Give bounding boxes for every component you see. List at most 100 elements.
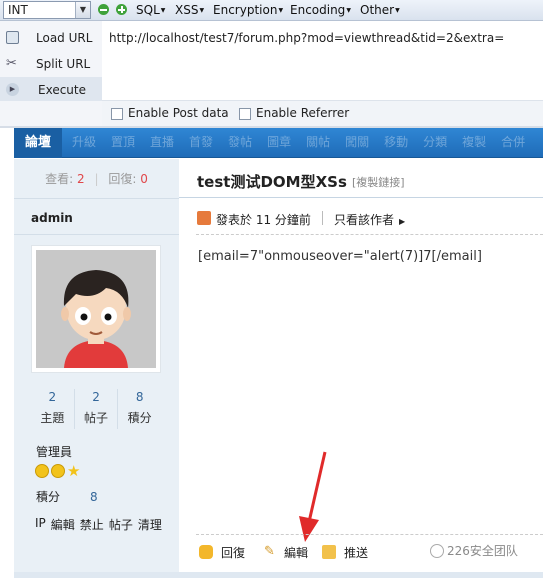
replies-label: 回復:	[108, 172, 137, 186]
nav-home[interactable]: 論壇	[14, 128, 62, 158]
credits-count[interactable]: 8 積分	[118, 389, 161, 429]
chevron-down-icon[interactable]: ▼	[75, 2, 90, 18]
post-time: 發表於 11 分鐘前	[216, 213, 311, 227]
nav-item[interactable]: 升級	[72, 128, 96, 158]
avatar[interactable]	[31, 245, 161, 373]
admin-link-edit[interactable]: 編輯	[51, 516, 75, 533]
nav-item[interactable]: 分類	[423, 128, 447, 158]
views-count: 2	[77, 172, 85, 186]
menu-other[interactable]: Other▼	[360, 3, 400, 17]
footer-divider	[196, 534, 543, 535]
user-divider	[14, 234, 179, 235]
pencil-icon: ✎	[264, 544, 275, 559]
menu-other-label: Other	[360, 3, 395, 17]
menu-sql-label: SQL	[136, 3, 160, 17]
caret-icon: ▼	[346, 7, 351, 14]
reply-button[interactable]: 回復	[221, 544, 245, 561]
admin-links: IP 編輯 禁止 帖子 清理	[35, 516, 162, 533]
posts-count[interactable]: 2 帖子	[75, 389, 119, 429]
count-label: 主題	[40, 411, 65, 425]
hackbar-actions: Load URL ✂ Split URL ▶ Execute	[0, 21, 102, 126]
meta-divider	[196, 234, 543, 235]
menu-sql[interactable]: SQL▼	[136, 3, 165, 17]
int-select[interactable]: INT ▼	[3, 1, 91, 19]
smiley-icon	[51, 464, 65, 478]
nav-item[interactable]: 直播	[150, 128, 174, 158]
copy-link[interactable]: [複製鏈接]	[352, 174, 405, 190]
hackbar-toolbar: INT ▼ SQL▼ XSS▼ Encryption▼ Encoding▼ Ot…	[0, 0, 543, 21]
user-counts: 2 主題 2 帖子 8 積分	[31, 389, 161, 429]
nav-item[interactable]: 合併	[501, 128, 525, 158]
bottom-bar	[14, 572, 543, 578]
user-profile-column: 查看: 2 | 回復: 0 admin 2 主題 2 帖子 8 積分 管理員 ★…	[14, 159, 179, 578]
push-icon	[322, 545, 336, 559]
caret-icon: ▼	[160, 7, 166, 14]
nav-item[interactable]: 首發	[189, 128, 213, 158]
replies-count: 0	[140, 172, 148, 186]
referrer-label: Enable Referrer	[256, 106, 350, 120]
user-points: 積分 8	[36, 488, 98, 505]
nav-item[interactable]: 關帖	[306, 128, 330, 158]
avatar-image	[36, 250, 156, 368]
post-title: test测试DOM型XSs	[197, 173, 347, 191]
smiley-icon	[35, 464, 49, 478]
only-author-label: 只看該作者	[334, 213, 395, 227]
watermark: 226安全团队	[430, 542, 518, 559]
load-url-button[interactable]: Load URL	[0, 25, 102, 50]
hackbar-options: Enable Post data Enable Referrer	[102, 100, 543, 126]
nav-item[interactable]: 闖關	[345, 128, 369, 158]
nav-item[interactable]: 置頂	[111, 128, 135, 158]
admin-link-clean[interactable]: 清理	[138, 516, 162, 533]
nav-item[interactable]: 移動	[384, 128, 408, 158]
referrer-checkbox[interactable]	[239, 108, 251, 120]
post-content: [email=7"onmouseover="alert(7)]7[/email]	[198, 249, 482, 264]
count-value: 2	[48, 390, 57, 404]
edit-button[interactable]: 編輯	[284, 544, 308, 561]
load-icon	[6, 31, 19, 44]
url-textarea[interactable]: http://localhost/test7/forum.php?mod=vie…	[102, 21, 543, 100]
admin-link-ban[interactable]: 禁止	[80, 516, 104, 533]
admin-link-posts[interactable]: 帖子	[109, 516, 133, 533]
count-value: 2	[92, 390, 100, 404]
admin-link-ip[interactable]: IP	[35, 516, 46, 533]
star-icon: ★	[67, 462, 81, 480]
watermark-text: 226安全团队	[447, 544, 518, 558]
increase-icon[interactable]	[116, 4, 127, 15]
user-icon	[197, 211, 211, 225]
caret-icon: ▼	[199, 7, 205, 14]
thread-stats: 查看: 2 | 回復: 0	[14, 159, 179, 199]
split-url-button[interactable]: ✂ Split URL	[0, 51, 102, 76]
menu-encryption[interactable]: Encryption▼	[213, 3, 283, 17]
int-select-value: INT	[8, 3, 28, 17]
forum-nav: 論壇 升級 置頂 直播 首發 發帖 圖章 關帖 闖關 移動 分類 複製 合併	[14, 128, 543, 158]
count-label: 帖子	[84, 411, 109, 425]
play-icon: ▶	[6, 83, 19, 96]
title-divider	[179, 197, 543, 198]
push-button[interactable]: 推送	[344, 544, 368, 561]
menu-xss-label: XSS	[175, 3, 199, 17]
only-author-link[interactable]: 只看該作者 ▶	[334, 211, 405, 228]
menu-xss[interactable]: XSS▼	[175, 3, 204, 17]
nav-item[interactable]: 圖章	[267, 128, 291, 158]
decrease-icon[interactable]	[98, 4, 109, 15]
wechat-icon	[430, 544, 444, 558]
user-rank[interactable]: 管理員	[36, 443, 72, 460]
caret-right-icon: ▶	[399, 217, 406, 226]
caret-icon: ▼	[395, 7, 400, 14]
menu-encryption-label: Encryption	[213, 3, 278, 17]
username[interactable]: admin	[31, 211, 73, 225]
nav-items: 升級 置頂 直播 首發 發帖 圖章 關帖 闖關 移動 分類 複製 合併	[72, 128, 525, 158]
scissors-icon: ✂	[6, 56, 17, 71]
post-data-checkbox[interactable]	[111, 108, 123, 120]
execute-label: Execute	[38, 83, 86, 97]
nav-item[interactable]: 發帖	[228, 128, 252, 158]
topics-count[interactable]: 2 主題	[31, 389, 75, 429]
rank-icons: ★	[35, 464, 82, 480]
count-label: 積分	[127, 411, 152, 425]
menu-encoding[interactable]: Encoding▼	[290, 3, 351, 17]
execute-button[interactable]: ▶ Execute	[0, 77, 102, 101]
load-url-label: Load URL	[36, 31, 93, 45]
meta-separator	[322, 211, 323, 225]
reply-icon	[199, 545, 213, 559]
nav-item[interactable]: 複製	[462, 128, 486, 158]
